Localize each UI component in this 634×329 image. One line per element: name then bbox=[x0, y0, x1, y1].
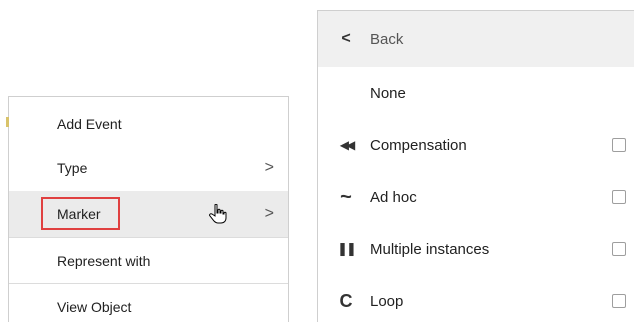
tilde-icon: ~ bbox=[340, 185, 352, 208]
marker-option-label: None bbox=[370, 84, 406, 102]
marker-option-label: Ad hoc bbox=[370, 188, 417, 206]
multiple-instances-checkbox[interactable] bbox=[612, 242, 626, 256]
back-button[interactable]: < Back bbox=[318, 11, 634, 67]
marker-option-multiple-instances[interactable]: ❚❚ Multiple instances bbox=[318, 223, 634, 275]
marker-option-label: Compensation bbox=[370, 136, 467, 154]
hand-cursor-icon bbox=[209, 204, 227, 224]
marker-option-ad-hoc[interactable]: ~ Ad hoc bbox=[318, 171, 634, 223]
menu-item-marker[interactable]: Marker > bbox=[9, 191, 288, 237]
back-label: Back bbox=[370, 30, 404, 48]
menu-item-label: Marker bbox=[57, 206, 101, 222]
chevron-left-icon: < bbox=[341, 30, 351, 47]
menu-item-label: View Object bbox=[57, 298, 132, 315]
marker-option-none[interactable]: None bbox=[318, 67, 634, 119]
rewind-icon: ◀◀ bbox=[339, 138, 355, 152]
menu-item-represent-with[interactable]: Represent with bbox=[9, 237, 288, 283]
marker-option-label: Loop bbox=[370, 292, 404, 310]
loop-checkbox[interactable] bbox=[612, 294, 626, 308]
marker-option-compensation[interactable]: ◀◀ Compensation bbox=[318, 119, 634, 171]
marker-option-label: Multiple instances bbox=[370, 240, 490, 258]
context-menu: Add Event Type > Marker > Represent with… bbox=[6, 96, 289, 322]
chevron-right-icon: > bbox=[264, 205, 274, 222]
marker-submenu: < Back None ◀◀ Compensation ~ Ad hoc ❚❚ … bbox=[317, 10, 634, 322]
ad-hoc-checkbox[interactable] bbox=[612, 190, 626, 204]
menu-item-view-object[interactable]: View Object bbox=[9, 283, 288, 329]
menu-item-label: Represent with bbox=[57, 252, 151, 269]
marker-option-loop[interactable]: C Loop bbox=[318, 275, 634, 327]
compensation-checkbox[interactable] bbox=[612, 138, 626, 152]
parallel-bars-icon: ❚❚ bbox=[337, 241, 357, 256]
menu-item-label: Type bbox=[57, 160, 88, 176]
chevron-right-icon: > bbox=[264, 159, 274, 176]
menu-item-type[interactable]: Type > bbox=[9, 145, 288, 191]
menu-item-label: Add Event bbox=[57, 116, 122, 132]
loop-icon: C bbox=[339, 290, 353, 311]
menu-item-add-event[interactable]: Add Event bbox=[9, 101, 288, 147]
